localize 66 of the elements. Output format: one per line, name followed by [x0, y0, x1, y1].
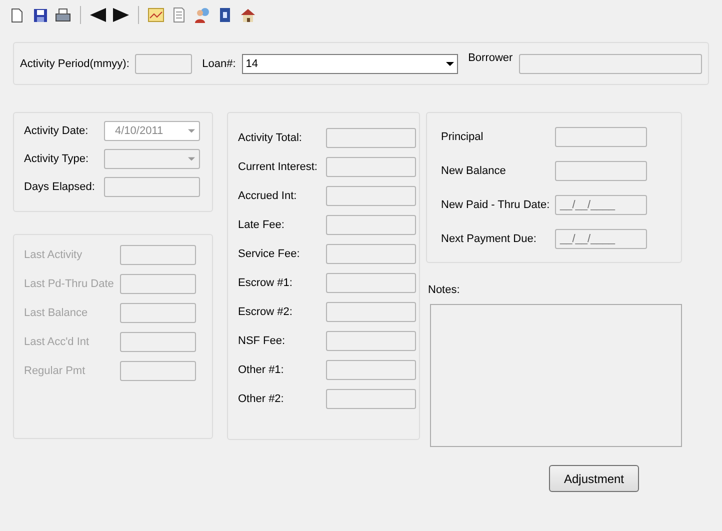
field-label: New Paid - Thru Date: [441, 199, 551, 211]
amount-field[interactable] [326, 244, 416, 264]
amount-field[interactable] [326, 302, 416, 322]
amount-field[interactable] [326, 273, 416, 293]
date-picker[interactable]: 4/10/2011 [104, 121, 200, 141]
period-field[interactable] [135, 54, 192, 74]
notes-label: Notes: [428, 284, 461, 296]
field-label: Last Pd-Thru Date [24, 278, 115, 290]
field-label: Other #1: [238, 364, 285, 376]
field-label: Last Activity [24, 249, 84, 261]
field-label: New Balance [441, 165, 507, 177]
borrower-field[interactable] [518, 54, 702, 74]
house-icon [240, 8, 256, 22]
date-field[interactable]: __/__/____ [555, 229, 647, 249]
printer-icon [55, 8, 71, 22]
loan-dropdown[interactable]: 14 [242, 54, 458, 74]
field-label: Last Acc'd Int [24, 336, 90, 348]
document-icon [173, 7, 185, 23]
adjustment-button[interactable]: Adjustment [549, 465, 639, 492]
field-label: Activity Date: [24, 125, 90, 137]
notes-field[interactable] [430, 304, 682, 447]
new-document-icon [11, 8, 23, 22]
field-label: NSF Fee: [238, 335, 286, 347]
dropdown-caret-icon [188, 157, 195, 161]
amount-field[interactable] [326, 331, 416, 351]
field-label: Late Fee: [238, 219, 286, 231]
amount-field[interactable] [326, 128, 416, 148]
help-book-icon [219, 7, 231, 23]
save-icon [32, 8, 48, 22]
field-label: Accrued Int: [238, 190, 298, 202]
text-field[interactable] [104, 177, 200, 197]
field-label: Activity Total: [238, 132, 303, 144]
field-label: Borrower [468, 52, 513, 64]
text-field[interactable] [555, 161, 647, 181]
toolbar-button[interactable] [89, 6, 107, 24]
field-label: Escrow #2: [238, 306, 294, 318]
field-label: Service Fee: [238, 248, 301, 260]
back-arrow-icon [90, 8, 106, 22]
field-label: Last Balance [24, 307, 89, 319]
chart-icon [148, 8, 164, 22]
dropdown-caret-icon [446, 62, 454, 66]
field-label: Other #2: [238, 393, 285, 405]
field-label: Activity Type: [24, 153, 90, 165]
field-label: Next Payment Due: [441, 233, 538, 245]
dropdown-caret-icon [188, 129, 195, 133]
amount-field[interactable] [326, 360, 416, 380]
toolbar-button[interactable] [31, 6, 49, 24]
text-field[interactable] [555, 127, 647, 147]
toolbar-button[interactable] [112, 6, 130, 24]
toolbar-button[interactable] [54, 6, 72, 24]
toolbar-button[interactable] [239, 6, 257, 24]
type-dropdown[interactable] [104, 149, 200, 169]
amount-field[interactable] [326, 157, 416, 177]
amount-field[interactable] [326, 186, 416, 206]
amount-field[interactable] [326, 215, 416, 235]
field-label: Escrow #1: [238, 277, 294, 289]
people-icon [194, 7, 210, 23]
field-label: Activity Period(mmyy): [20, 58, 130, 70]
field-label: Current Interest: [238, 161, 318, 173]
field-label: Principal [441, 131, 484, 143]
date-field[interactable]: __/__/____ [555, 195, 647, 215]
field-label: Regular Pmt [24, 365, 86, 377]
amount-field[interactable] [326, 389, 416, 409]
field-label: Days Elapsed: [24, 181, 96, 193]
forward-arrow-icon [113, 8, 129, 22]
field-label: Loan#: [202, 58, 236, 70]
